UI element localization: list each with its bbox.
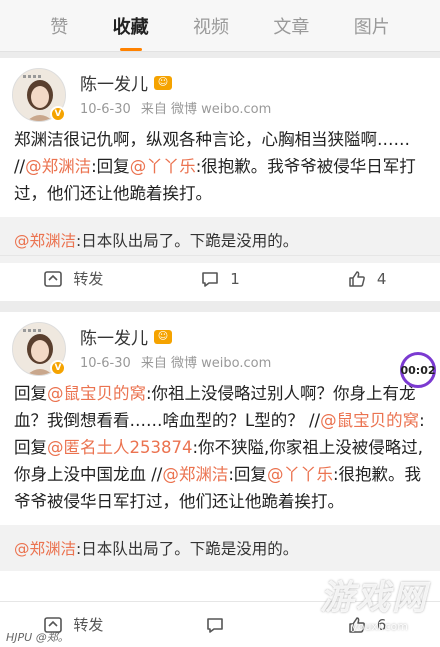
mention-link[interactable]: @鼠宝贝的窝: [47, 384, 146, 403]
mention-link[interactable]: @郑渊洁: [25, 157, 91, 176]
video-time-badge[interactable]: 00:02: [400, 352, 436, 388]
mention-link[interactable]: @匿名土人253874: [47, 438, 193, 457]
like-button[interactable]: 4: [293, 269, 440, 289]
username-text: 陈一发儿: [80, 329, 148, 349]
vip-icon: ☺: [154, 329, 172, 344]
text-segment: :回复: [228, 465, 267, 484]
vip-icon: ☺: [154, 75, 172, 90]
top-tab-bar: 赞 收藏 视频 文章 图片: [0, 0, 440, 52]
retweet-text: :日本队出局了。下跪是没用的。: [76, 232, 299, 250]
post-header: V 陈一发儿 ☺ 10-6-30 来自 微博 weibo.com: [0, 58, 440, 122]
username[interactable]: 陈一发儿 ☺: [80, 324, 172, 349]
comment-button[interactable]: 1: [147, 269, 294, 289]
retweet-box[interactable]: @郑渊洁:日本队出局了。下跪是没用的。: [0, 525, 440, 571]
verified-icon: V: [50, 106, 66, 122]
tab-article[interactable]: 文章: [267, 5, 315, 47]
post-card[interactable]: V 陈一发儿 ☺ 10-6-30 来自 微博 weibo.com 郑渊洁很记仇啊…: [0, 58, 440, 301]
like-count: 4: [376, 269, 387, 288]
post-header: V 陈一发儿 ☺ 10-6-30 来自 微博 weibo.com 00:02: [0, 312, 440, 388]
repost-label: 转发: [73, 270, 104, 288]
post-meta: 10-6-30 来自 微博 weibo.com: [80, 352, 277, 371]
mention-link[interactable]: @郑渊洁: [14, 540, 76, 558]
post-text: 回复@鼠宝贝的窝:你祖上没侵略过别人啊？你身上有龙血？我倒想看看……啥血型的？L…: [0, 380, 440, 515]
footer-watermark: HJPU @郑。: [6, 631, 69, 644]
retweet-text: :日本队出局了。下跪是没用的。: [76, 540, 299, 558]
post-time: 10-6-30: [80, 102, 131, 117]
comment-count: 1: [230, 269, 240, 288]
comment-icon: [207, 617, 223, 633]
tab-video[interactable]: 视频: [187, 5, 235, 47]
tab-favorites[interactable]: 收藏: [107, 5, 155, 47]
action-bar: 转发 1 4: [0, 255, 440, 301]
tab-like[interactable]: 赞: [44, 5, 74, 47]
verified-icon: V: [50, 360, 66, 376]
mention-link[interactable]: @丫丫乐: [267, 465, 333, 484]
mention-link[interactable]: @丫丫乐: [130, 157, 196, 176]
post-source: 来自 微博 weibo.com: [140, 356, 272, 371]
post-meta: 10-6-30 来自 微博 weibo.com: [80, 98, 277, 117]
post-source: 来自 微博 weibo.com: [140, 102, 272, 117]
username-text: 陈一发儿: [80, 75, 148, 95]
site-watermark-sub: youxi.com: [351, 620, 408, 633]
post-text: 郑渊洁很记仇啊，纵观各种言论，心胸相当狭隘啊…… //@郑渊洁:回复@丫丫乐:很…: [0, 126, 440, 207]
repost-icon: [44, 270, 63, 287]
comment-button[interactable]: [147, 615, 294, 635]
mention-link[interactable]: @鼠宝贝的窝: [320, 411, 419, 430]
repost-label: 转发: [73, 616, 104, 634]
text-segment: 回复: [14, 384, 47, 403]
text-segment: :回复: [91, 157, 130, 176]
site-watermark: 游戏网: [320, 578, 428, 618]
username[interactable]: 陈一发儿 ☺: [80, 70, 172, 95]
like-icon: [349, 270, 365, 287]
tab-images[interactable]: 图片: [348, 5, 396, 47]
mention-link[interactable]: @郑渊洁: [14, 232, 76, 250]
comment-icon: [202, 271, 219, 287]
post-time: 10-6-30: [80, 356, 131, 371]
repost-button[interactable]: 转发: [0, 268, 147, 289]
post-card[interactable]: V 陈一发儿 ☺ 10-6-30 来自 微博 weibo.com 00:02 回…: [0, 312, 440, 647]
mention-link[interactable]: @郑渊洁: [162, 465, 228, 484]
